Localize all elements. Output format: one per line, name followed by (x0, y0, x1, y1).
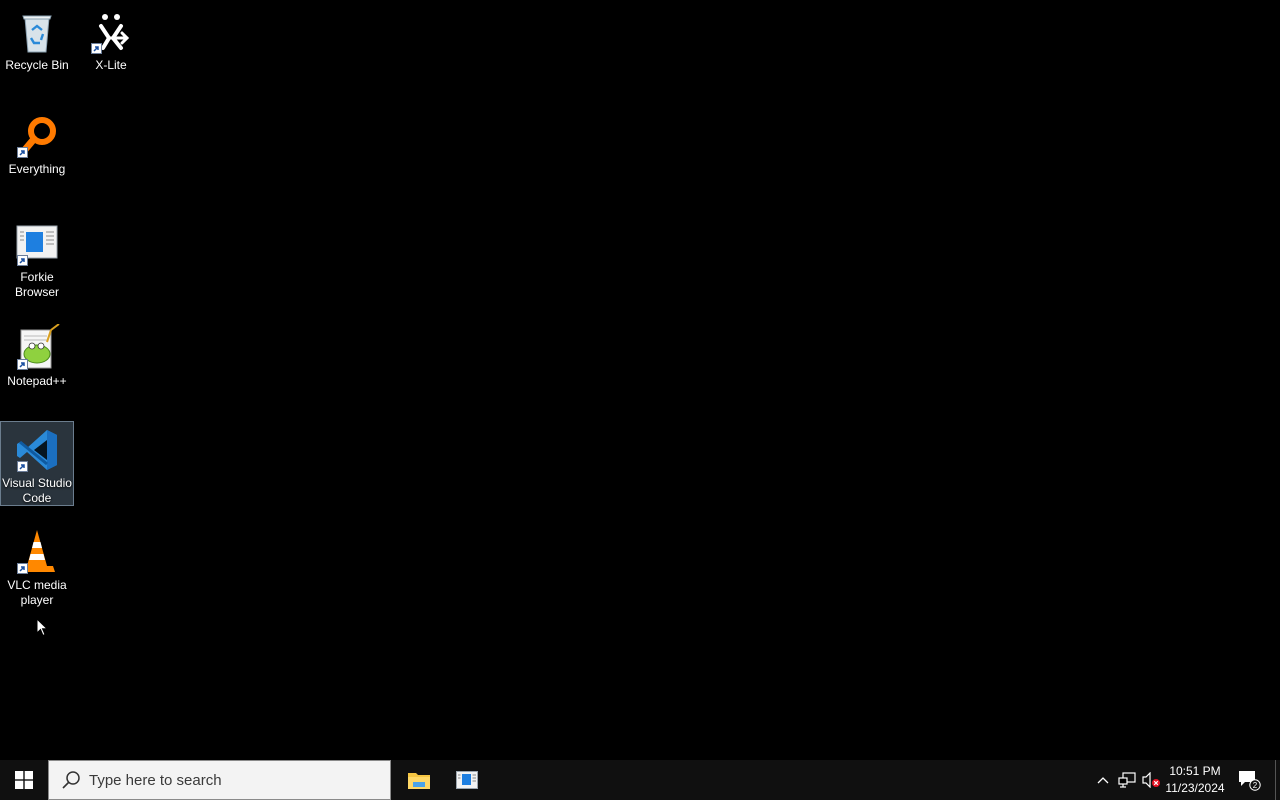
taskbar: Type here to search 10:51 PM 11/23/2024 … (0, 760, 1280, 800)
taskbar-app-file-explorer[interactable] (395, 760, 443, 800)
start-button[interactable] (0, 760, 48, 800)
folder-icon (408, 773, 430, 789)
desktop-icon-notepad-plus-plus[interactable]: Notepad++ (0, 320, 74, 389)
recycle-bin-icon (13, 8, 61, 56)
action-center-button[interactable]: 2 (1234, 760, 1264, 800)
x-lite-icon (87, 8, 135, 56)
search-icon (62, 771, 80, 789)
shortcut-arrow-icon (17, 563, 28, 574)
desktop-icon-label: Recycle Bin (5, 58, 69, 72)
desktop-icon-label: VLC media player (7, 578, 67, 607)
notepad-plus-plus-icon (13, 323, 61, 372)
taskbar-search-box[interactable]: Type here to search (48, 760, 391, 800)
show-desktop-button[interactable] (1275, 760, 1280, 800)
chevron-up-icon (1097, 777, 1109, 784)
vlc-icon (13, 528, 61, 576)
desktop-icon-everything[interactable]: Everything (0, 108, 74, 177)
desktop-icon-label: X-Lite (95, 58, 127, 72)
notification-count-badge: 2 (1253, 781, 1258, 790)
desktop-icon-label: Visual Studio Code (2, 476, 72, 505)
shortcut-arrow-icon (17, 359, 28, 370)
desktop-icon-vscode[interactable]: Visual Studio Code (0, 421, 74, 506)
browser-icon (456, 771, 478, 789)
desktop-icon-forkie-browser[interactable]: Forkie Browser (0, 216, 74, 300)
mouse-cursor-icon (36, 617, 49, 637)
desktop-icon-label: Everything (8, 162, 66, 176)
taskbar-app-forkie-browser[interactable] (443, 760, 491, 800)
clock-time: 10:51 PM (1169, 764, 1221, 778)
desktop-icon-x-lite[interactable]: X-Lite (74, 4, 148, 73)
vscode-icon (13, 426, 61, 474)
forkie-browser-icon (13, 220, 61, 268)
notification-center-icon: 2 (1239, 771, 1261, 791)
clock-date: 11/23/2024 (1165, 781, 1225, 795)
shortcut-arrow-icon (17, 147, 28, 158)
desktop-icon-vlc[interactable]: VLC media player (0, 524, 74, 608)
desktop-icon-recycle-bin[interactable]: Recycle Bin (0, 4, 74, 73)
shortcut-arrow-icon (91, 43, 102, 54)
search-placeholder: Type here to search (89, 771, 222, 789)
windows-logo-icon (15, 771, 33, 789)
desktop-icon-label: Notepad++ (7, 374, 67, 388)
shortcut-arrow-icon (17, 255, 28, 266)
network-icon (1118, 772, 1136, 788)
volume-muted-icon (1142, 772, 1160, 788)
desktop-icon-label: Forkie Browser (14, 270, 59, 299)
desktop[interactable]: Recycle Bin X-Lite Everything Forkie Bro… (0, 0, 1280, 760)
taskbar-clock[interactable]: 10:51 PM 11/23/2024 (1160, 763, 1230, 797)
network-tray-button[interactable] (1115, 760, 1139, 800)
show-hidden-icons-button[interactable] (1092, 760, 1114, 800)
shortcut-arrow-icon (17, 461, 28, 472)
everything-search-icon (13, 112, 61, 160)
